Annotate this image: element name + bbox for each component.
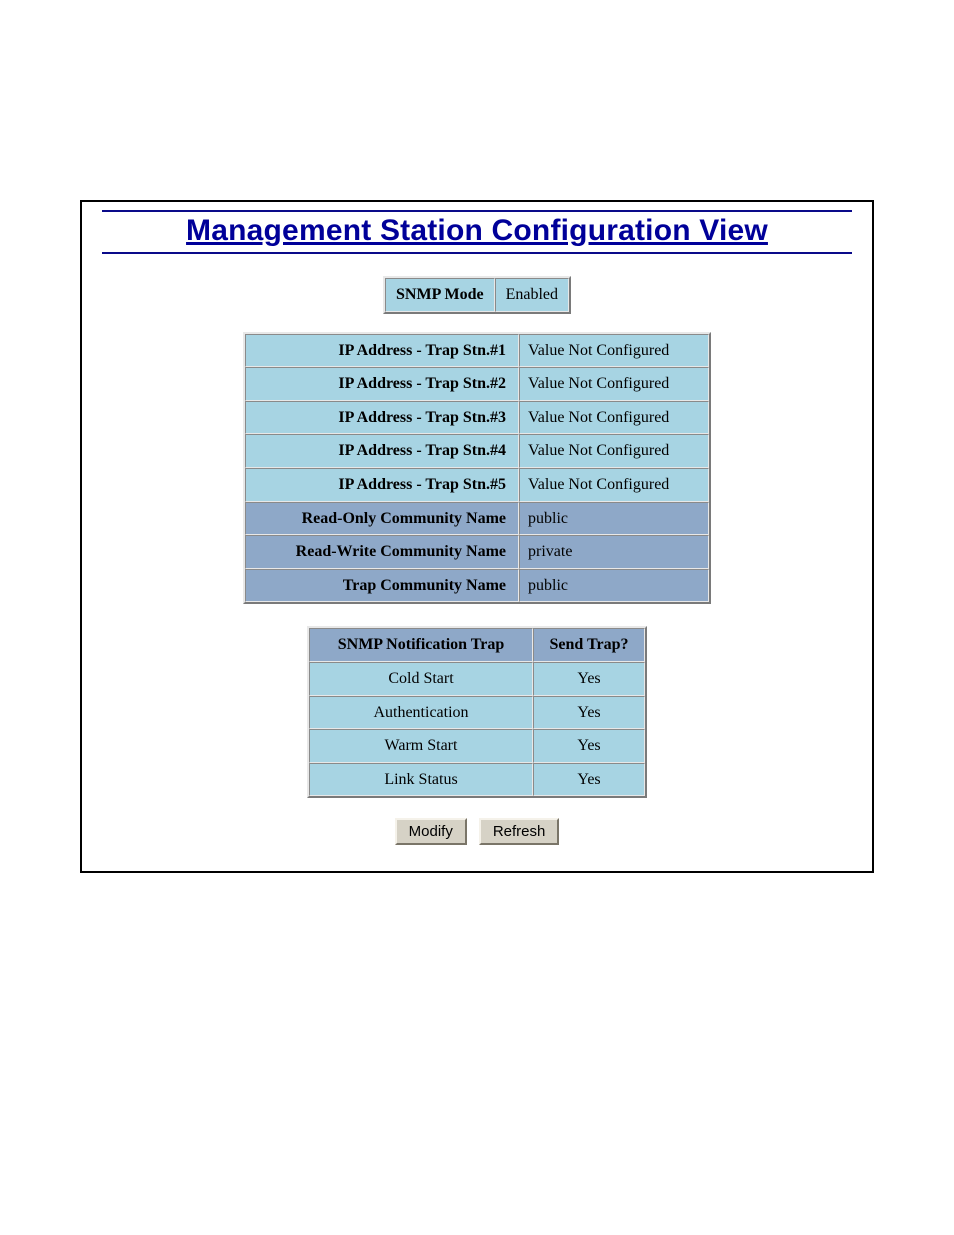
config-row: IP Address - Trap Stn.#3Value Not Config… — [245, 401, 709, 435]
modify-button[interactable]: Modify — [395, 818, 467, 845]
trap-row-name: Cold Start — [309, 662, 533, 696]
config-row-value: Value Not Configured — [519, 367, 709, 401]
snmp-mode-value: Enabled — [495, 278, 569, 312]
trap-table-col2-header: Send Trap? — [533, 628, 645, 662]
trap-table-col1-header: SNMP Notification Trap — [309, 628, 533, 662]
config-row-label: Read-Write Community Name — [245, 535, 519, 569]
config-row-value: Value Not Configured — [519, 434, 709, 468]
config-row-value: public — [519, 502, 709, 536]
title-bar: Management Station Configuration View — [102, 210, 852, 254]
config-row-label: IP Address - Trap Stn.#5 — [245, 468, 519, 502]
trap-row-name: Warm Start — [309, 729, 533, 763]
config-row: IP Address - Trap Stn.#2Value Not Config… — [245, 367, 709, 401]
config-row-label: IP Address - Trap Stn.#3 — [245, 401, 519, 435]
config-row-value: public — [519, 569, 709, 603]
config-row-value: private — [519, 535, 709, 569]
config-panel: Management Station Configuration View SN… — [80, 200, 874, 873]
snmp-mode-label: SNMP Mode — [385, 278, 495, 312]
config-row: IP Address - Trap Stn.#1Value Not Config… — [245, 334, 709, 368]
config-row-label: Trap Community Name — [245, 569, 519, 603]
config-row-label: IP Address - Trap Stn.#2 — [245, 367, 519, 401]
trap-row-send: Yes — [533, 696, 645, 730]
trap-row-name: Authentication — [309, 696, 533, 730]
trap-row-send: Yes — [533, 729, 645, 763]
config-row-value: Value Not Configured — [519, 468, 709, 502]
config-row-label: IP Address - Trap Stn.#1 — [245, 334, 519, 368]
config-row-label: Read-Only Community Name — [245, 502, 519, 536]
config-row: Read-Write Community Nameprivate — [245, 535, 709, 569]
trap-row-send: Yes — [533, 662, 645, 696]
trap-row: Cold StartYes — [309, 662, 645, 696]
config-row-value: Value Not Configured — [519, 334, 709, 368]
config-row: Trap Community Namepublic — [245, 569, 709, 603]
trap-row-send: Yes — [533, 763, 645, 797]
config-row: IP Address - Trap Stn.#5Value Not Config… — [245, 468, 709, 502]
button-row: Modify Refresh — [102, 818, 852, 845]
config-row-label: IP Address - Trap Stn.#4 — [245, 434, 519, 468]
trap-row: Warm StartYes — [309, 729, 645, 763]
config-row: IP Address - Trap Stn.#4Value Not Config… — [245, 434, 709, 468]
config-row: Read-Only Community Namepublic — [245, 502, 709, 536]
trap-table: SNMP Notification Trap Send Trap? Cold S… — [307, 626, 647, 798]
trap-row-name: Link Status — [309, 763, 533, 797]
config-row-value: Value Not Configured — [519, 401, 709, 435]
page-title: Management Station Configuration View — [186, 214, 768, 247]
refresh-button[interactable]: Refresh — [479, 818, 560, 845]
config-table: IP Address - Trap Stn.#1Value Not Config… — [243, 332, 711, 605]
snmp-mode-table: SNMP Mode Enabled — [383, 276, 571, 314]
trap-table-header-row: SNMP Notification Trap Send Trap? — [309, 628, 645, 662]
trap-row: Link StatusYes — [309, 763, 645, 797]
trap-row: AuthenticationYes — [309, 696, 645, 730]
